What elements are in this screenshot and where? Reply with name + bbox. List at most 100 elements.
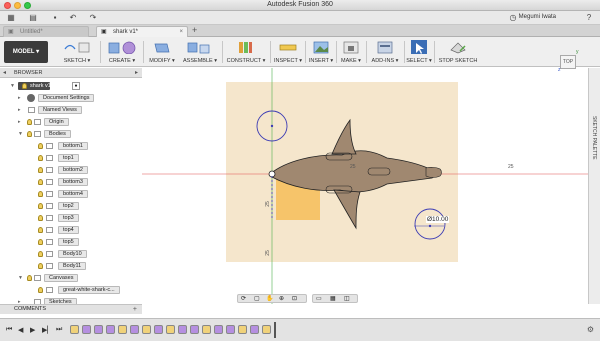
expand-triangle-icon[interactable]: ▸	[18, 105, 24, 115]
timeline-feature[interactable]	[202, 325, 211, 334]
timeline-feature[interactable]	[82, 325, 91, 334]
redo-icon[interactable]: ↷	[88, 13, 98, 23]
grid-settings-icon[interactable]: ▦	[330, 295, 336, 302]
expand-triangle-icon[interactable]: ▸	[18, 117, 24, 127]
visibility-bulb-icon[interactable]	[27, 131, 32, 137]
timeline-feature[interactable]	[130, 325, 139, 334]
orbit-icon[interactable]: ⟳	[241, 295, 246, 302]
collapse-arrow-icon[interactable]: ◂	[3, 68, 6, 78]
circle-center-point[interactable]	[270, 124, 274, 128]
new-tab-icon[interactable]: +	[192, 25, 197, 35]
sketch-menu[interactable]: SKETCH ▾	[56, 39, 98, 66]
viewport-drawing[interactable]	[142, 68, 588, 304]
timeline-feature[interactable]	[238, 325, 247, 334]
visibility-bulb-icon[interactable]	[38, 155, 43, 161]
undo-icon[interactable]: ↶	[68, 13, 78, 23]
step-back-icon[interactable]: ◀	[18, 326, 23, 334]
construct-menu[interactable]: CONSTRUCT ▾	[225, 39, 267, 66]
visibility-bulb-icon[interactable]	[22, 83, 27, 89]
timeline-feature[interactable]	[250, 325, 259, 334]
visibility-bulb-icon[interactable]	[38, 215, 43, 221]
visibility-bulb-icon[interactable]	[38, 179, 43, 185]
expand-triangle-icon[interactable]: ▼	[18, 273, 24, 283]
visibility-bulb-icon[interactable]	[38, 191, 43, 197]
close-tab-icon[interactable]: ×	[179, 27, 183, 37]
timeline-marker[interactable]	[274, 322, 276, 338]
visibility-bulb-icon[interactable]	[27, 119, 32, 125]
visibility-bulb-icon[interactable]	[38, 239, 43, 245]
look-at-icon[interactable]: ▢	[254, 295, 260, 302]
play-icon[interactable]: ▶	[30, 326, 35, 334]
visibility-bulb-icon[interactable]	[38, 227, 43, 233]
clock-icon[interactable]: ◷	[508, 13, 518, 23]
timeline-feature[interactable]	[142, 325, 151, 334]
pan-icon[interactable]: ✋	[266, 295, 273, 302]
timeline-feature[interactable]	[214, 325, 223, 334]
tab-shark[interactable]: ▣ shark v1* ×	[96, 26, 188, 37]
node-label: top4	[58, 226, 79, 234]
browser-header[interactable]: ◂ BROWSER ▸	[0, 68, 142, 78]
view-cube-face[interactable]: TOP	[560, 55, 576, 69]
diameter-dimension[interactable]: Ø10.00	[426, 216, 450, 223]
go-to-end-icon[interactable]: ⏭	[56, 326, 62, 334]
fit-icon[interactable]: ⊡	[292, 295, 297, 302]
title-bar: Autodesk Fusion 360	[0, 0, 600, 11]
add-ins-menu[interactable]: ADD-INS ▾	[368, 39, 402, 66]
radio-activate-icon[interactable]: ●	[72, 82, 80, 90]
help-icon[interactable]: ?	[584, 13, 594, 23]
visibility-bulb-icon[interactable]	[38, 251, 43, 257]
visibility-bulb-icon[interactable]	[27, 275, 32, 281]
viewports-icon[interactable]: ◫	[344, 295, 350, 302]
timeline-feature[interactable]	[166, 325, 175, 334]
body-icon	[46, 251, 53, 257]
make-menu[interactable]: MAKE ▾	[338, 39, 364, 66]
expand-triangle-icon[interactable]: ▼	[10, 81, 16, 91]
visibility-bulb-icon[interactable]	[38, 143, 43, 149]
file-menu-icon[interactable]: ▤	[28, 13, 38, 23]
document-icon: ▣	[101, 29, 107, 35]
circle-center-point[interactable]	[428, 224, 432, 228]
timeline-feature[interactable]	[190, 325, 199, 334]
expand-triangle-icon[interactable]: ▼	[18, 129, 24, 139]
insert-menu[interactable]: INSERT ▾	[307, 39, 335, 66]
add-comment-icon[interactable]: +	[133, 305, 137, 314]
display-settings-icon[interactable]: ▭	[316, 295, 322, 302]
panel-options-icon[interactable]: ▸	[135, 68, 138, 78]
visibility-bulb-icon[interactable]	[38, 287, 43, 293]
workspace-switcher-button[interactable]: MODEL ▾	[4, 41, 48, 63]
timeline-feature[interactable]	[226, 325, 235, 334]
stop-sketch-button[interactable]: STOP SKETCH	[437, 39, 479, 66]
tab-untitled[interactable]: ▣ Untitled*	[3, 26, 89, 37]
timeline-feature[interactable]	[118, 325, 127, 334]
user-name[interactable]: Megumi Iwata	[519, 14, 556, 20]
assemble-menu[interactable]: ASSEMBLE ▾	[180, 39, 220, 66]
timeline-feature[interactable]	[106, 325, 115, 334]
timeline-settings-icon[interactable]: ⚙	[587, 325, 594, 334]
visibility-bulb-icon[interactable]	[38, 167, 43, 173]
visibility-bulb-icon[interactable]	[38, 203, 43, 209]
create-menu[interactable]: CREATE ▾	[103, 39, 141, 66]
timeline-feature[interactable]	[70, 325, 79, 334]
expand-triangle-icon[interactable]: ▸	[18, 93, 24, 103]
comments-panel[interactable]: COMMENTS +	[0, 304, 142, 314]
step-forward-icon[interactable]: ▶▏	[42, 326, 53, 334]
body-icon	[46, 203, 53, 209]
modify-menu[interactable]: MODIFY ▾	[146, 39, 178, 66]
browser-root-component[interactable]: ▼ shark v1 ●	[10, 81, 130, 91]
view-cube[interactable]: TOP y z	[556, 49, 580, 73]
design-canvas[interactable]: Ø10.00 25 25 25 25 TOP y z ⟳ ▢ ✋ ⊕ ⊡ ▭ ▦…	[142, 49, 588, 304]
go-to-start-icon[interactable]: ⏮	[6, 326, 12, 334]
select-menu[interactable]: SELECT ▾	[406, 39, 432, 66]
grid-menu-icon[interactable]: ▦	[6, 13, 16, 23]
inspect-menu[interactable]: INSPECT ▾	[273, 39, 303, 66]
zoom-icon[interactable]: ⊕	[279, 295, 284, 302]
timeline-feature[interactable]	[154, 325, 163, 334]
timeline-feature[interactable]	[262, 325, 271, 334]
sketch-palette-label[interactable]: SKETCH PALETTE	[591, 116, 597, 166]
visibility-bulb-icon[interactable]	[38, 263, 43, 269]
timeline-feature[interactable]	[94, 325, 103, 334]
sketch-palette-panel[interactable]: SKETCH PALETTE	[588, 68, 600, 304]
timeline-feature[interactable]	[178, 325, 187, 334]
save-icon[interactable]: ▪	[50, 13, 60, 23]
tail[interactable]	[425, 167, 442, 178]
